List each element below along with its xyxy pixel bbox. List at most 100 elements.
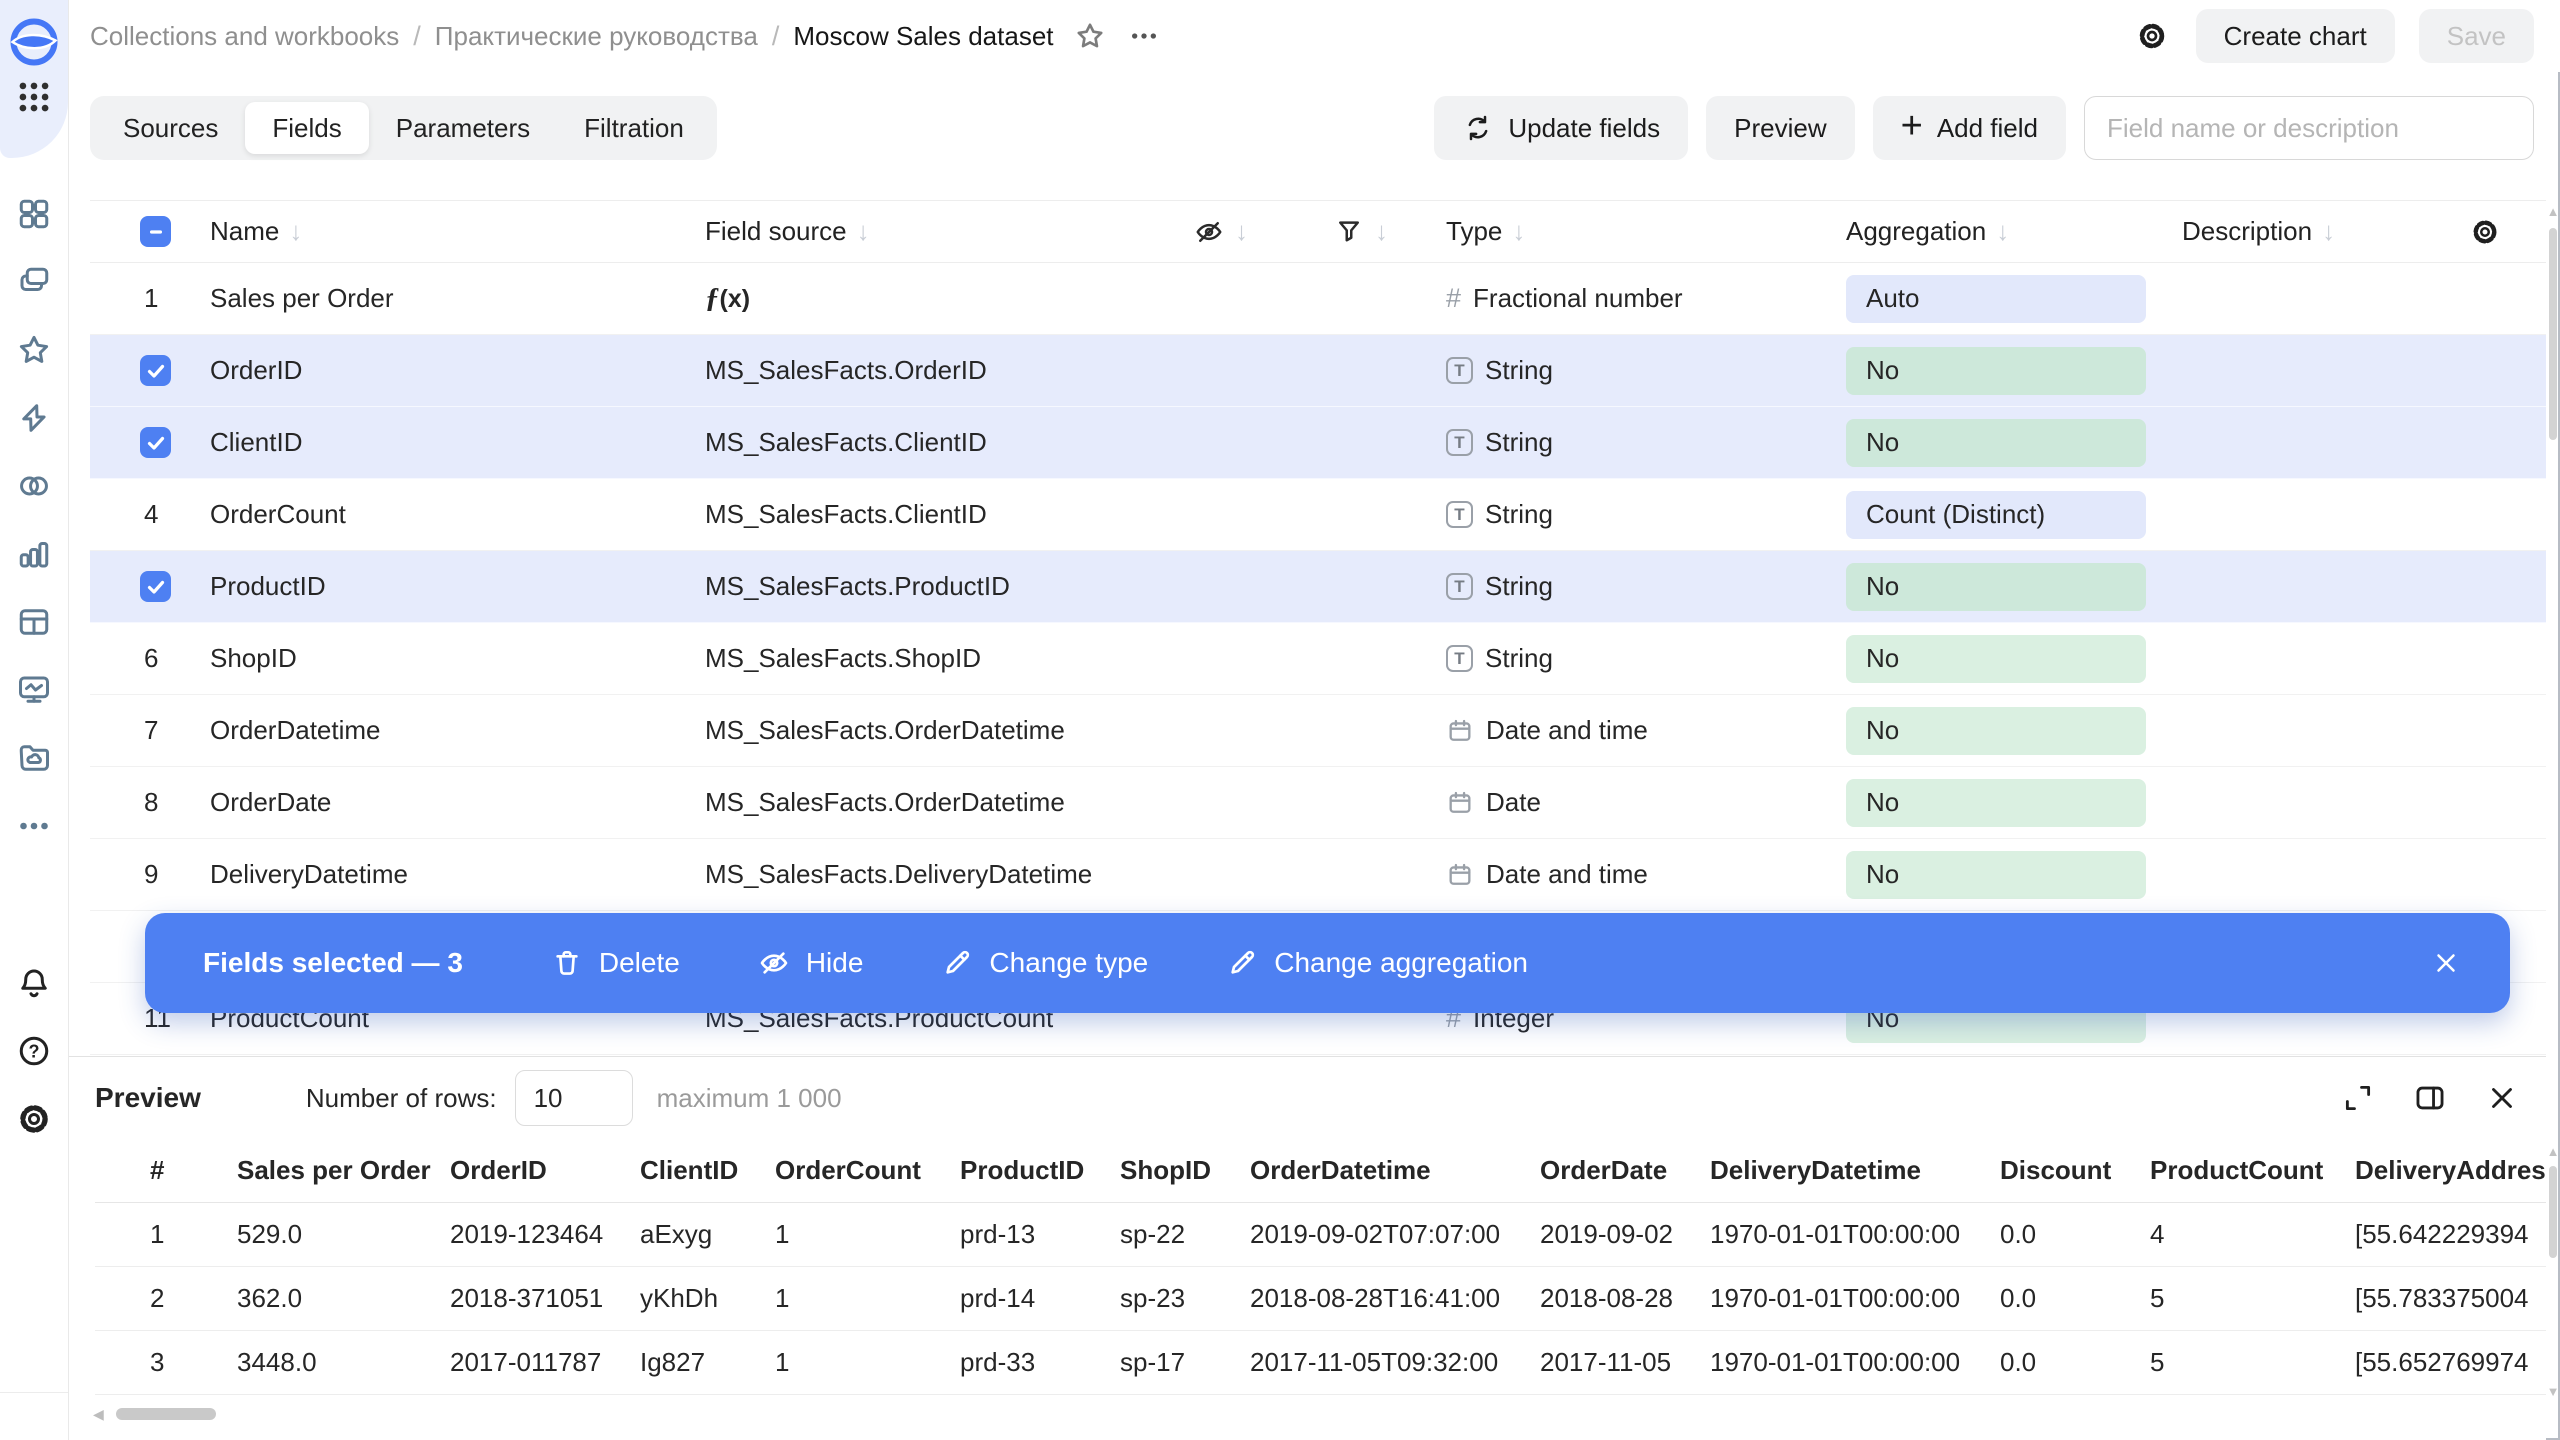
sidebar-item-bar-chart[interactable]	[14, 536, 54, 576]
sidebar-item-more-dots[interactable]	[14, 808, 54, 848]
row-checkbox[interactable]	[140, 427, 171, 458]
scrollbar-thumb[interactable]	[2549, 1166, 2557, 1258]
sidebar-item-star[interactable]	[14, 332, 54, 372]
aggregation-select[interactable]: No	[1846, 635, 2146, 683]
aggregation-cell: No	[1830, 851, 2170, 899]
aggregation-select[interactable]: No	[1846, 563, 2146, 611]
tab-parameters[interactable]: Parameters	[369, 102, 557, 154]
sidebar-item-dashboard[interactable]	[14, 196, 54, 236]
tab-sources[interactable]: Sources	[96, 102, 245, 154]
preview-scrollbar[interactable]: ▲ ▼	[2546, 1142, 2560, 1402]
row-checkbox[interactable]	[140, 571, 171, 602]
breadcrumb-link[interactable]: Практические руководства	[435, 21, 758, 52]
scrollbar-thumb[interactable]	[116, 1408, 216, 1420]
sidebar-item-monitor[interactable]	[14, 672, 54, 712]
column-header-filter[interactable]: ↓	[1305, 216, 1430, 248]
circles-icon	[16, 468, 52, 509]
row-select-cell: 7	[90, 715, 210, 746]
scroll-up-arrow-icon[interactable]: ▲	[2546, 1142, 2560, 1162]
favorite-star-icon[interactable]	[1070, 16, 1110, 56]
table-row[interactable]: 8OrderDateMS_SalesFacts.OrderDatetimeDat…	[90, 767, 2546, 839]
row-select-cell: 8	[90, 787, 210, 818]
column-header-aggregation[interactable]: Aggregation↓	[1830, 216, 2170, 247]
table-row[interactable]: ClientIDMS_SalesFacts.ClientIDTStringNo	[90, 407, 2546, 479]
table-row[interactable]: ProductIDMS_SalesFacts.ProductIDTStringN…	[90, 551, 2546, 623]
preview-cell: 3	[95, 1347, 237, 1378]
table-row[interactable]: 1Sales per Orderƒ(x)#Fractional numberAu…	[90, 263, 2546, 335]
datalens-logo[interactable]	[10, 18, 58, 66]
aggregation-select[interactable]: Auto	[1846, 275, 2146, 323]
aggregation-select[interactable]: No	[1846, 707, 2146, 755]
aggregation-select[interactable]: No	[1846, 779, 2146, 827]
column-header-description[interactable]: Description↓	[2170, 216, 2546, 248]
preview-cell: 1970-01-01T00:00:00	[1710, 1347, 2000, 1378]
sidebar-item-folder[interactable]	[14, 740, 54, 780]
scrollbar-thumb[interactable]	[2549, 228, 2557, 440]
tab-filtration[interactable]: Filtration	[557, 102, 711, 154]
scroll-down-arrow-icon[interactable]: ▼	[2546, 1382, 2560, 1402]
table-settings-gear-icon[interactable]	[2469, 216, 2501, 248]
delete-button[interactable]: Delete	[551, 947, 680, 979]
close-icon[interactable]	[2480, 1076, 2524, 1120]
field-type: Date and time	[1430, 859, 1830, 890]
selection-toolbar: Fields selected — 3 DeleteHideChange typ…	[145, 913, 2510, 1013]
preview-cell: 2017-011787	[450, 1347, 640, 1378]
scroll-left-arrow-icon[interactable]: ◀	[93, 1406, 104, 1423]
column-header-field-source[interactable]: Field source↓	[705, 216, 1185, 247]
hide-button[interactable]: Hide	[758, 947, 864, 979]
sidebar-collapse-button[interactable]	[14, 1398, 54, 1434]
preview-cell: 3448.0	[237, 1347, 450, 1378]
row-select-cell: 6	[90, 643, 210, 674]
preview-column-header: DeliveryDatetime	[1710, 1155, 2000, 1186]
row-checkbox[interactable]	[140, 355, 171, 386]
select-all-checkbox[interactable]	[140, 216, 171, 247]
star-icon	[16, 332, 52, 373]
fields-scrollbar[interactable]: ▲	[2546, 202, 2560, 1056]
column-header-name[interactable]: Name↓	[210, 216, 705, 247]
sidebar-item-table[interactable]	[14, 604, 54, 644]
sidebar-item-lightning[interactable]	[14, 400, 54, 440]
table-row[interactable]: OrderIDMS_SalesFacts.OrderIDTStringNo	[90, 335, 2546, 407]
column-header-hidden[interactable]: ↓	[1185, 216, 1305, 248]
save-button[interactable]: Save	[2419, 9, 2534, 63]
expand-icon[interactable]	[2336, 1076, 2380, 1120]
column-header-type[interactable]: Type↓	[1430, 216, 1830, 247]
table-row[interactable]: 7OrderDatetimeMS_SalesFacts.OrderDatetim…	[90, 695, 2546, 767]
lightning-icon	[16, 400, 52, 441]
table-row[interactable]: 4OrderCountMS_SalesFacts.ClientIDTString…	[90, 479, 2546, 551]
sidebar-item-circles[interactable]	[14, 468, 54, 508]
preview-hscrollbar[interactable]: ◀	[93, 1404, 216, 1424]
sidebar-item-bell[interactable]	[14, 965, 54, 1005]
create-chart-button[interactable]: Create chart	[2196, 9, 2395, 63]
breadcrumb-link[interactable]: Collections and workbooks	[90, 21, 399, 52]
more-actions-icon[interactable]	[1124, 16, 1164, 56]
table-row[interactable]: 9DeliveryDatetimeMS_SalesFacts.DeliveryD…	[90, 839, 2546, 911]
aggregation-select[interactable]: No	[1846, 851, 2146, 899]
sidebar-divider	[0, 1392, 68, 1393]
dataset-settings-gear-icon[interactable]	[2132, 16, 2172, 56]
preview-header: Preview Number of rows: maximum 1 000	[69, 1057, 2546, 1139]
scroll-up-arrow-icon[interactable]: ▲	[2546, 202, 2560, 222]
preview-button[interactable]: Preview	[1706, 96, 1854, 160]
aggregation-select[interactable]: No	[1846, 419, 2146, 467]
fields-table: Name↓ Field source↓ ↓ ↓ Type↓ Aggregatio…	[90, 200, 2546, 1056]
row-select-cell: 1	[90, 283, 210, 314]
update-fields-button[interactable]: Update fields	[1434, 96, 1688, 160]
field-source: MS_SalesFacts.OrderID	[705, 355, 1185, 386]
field-search-input[interactable]	[2084, 96, 2534, 160]
split-panel-icon[interactable]	[2408, 1076, 2452, 1120]
table-row[interactable]: 6ShopIDMS_SalesFacts.ShopIDTStringNo	[90, 623, 2546, 695]
aggregation-select[interactable]: No	[1846, 347, 2146, 395]
rows-count-input[interactable]	[515, 1070, 633, 1126]
sidebar-item-layers[interactable]	[14, 264, 54, 304]
change-aggregation-button[interactable]: Change aggregation	[1226, 947, 1528, 979]
sidebar-item-gear[interactable]	[14, 1101, 54, 1141]
aggregation-select[interactable]: Count (Distinct)	[1846, 491, 2146, 539]
sidebar-item-help[interactable]: ?	[14, 1033, 54, 1073]
apps-grid-icon[interactable]	[15, 78, 53, 116]
change-type-button[interactable]: Change type	[941, 947, 1148, 979]
close-icon[interactable]	[2424, 941, 2468, 985]
add-field-button[interactable]: + Add field	[1873, 96, 2066, 160]
tab-fields[interactable]: Fields	[245, 102, 368, 154]
row-number: 4	[90, 499, 158, 530]
